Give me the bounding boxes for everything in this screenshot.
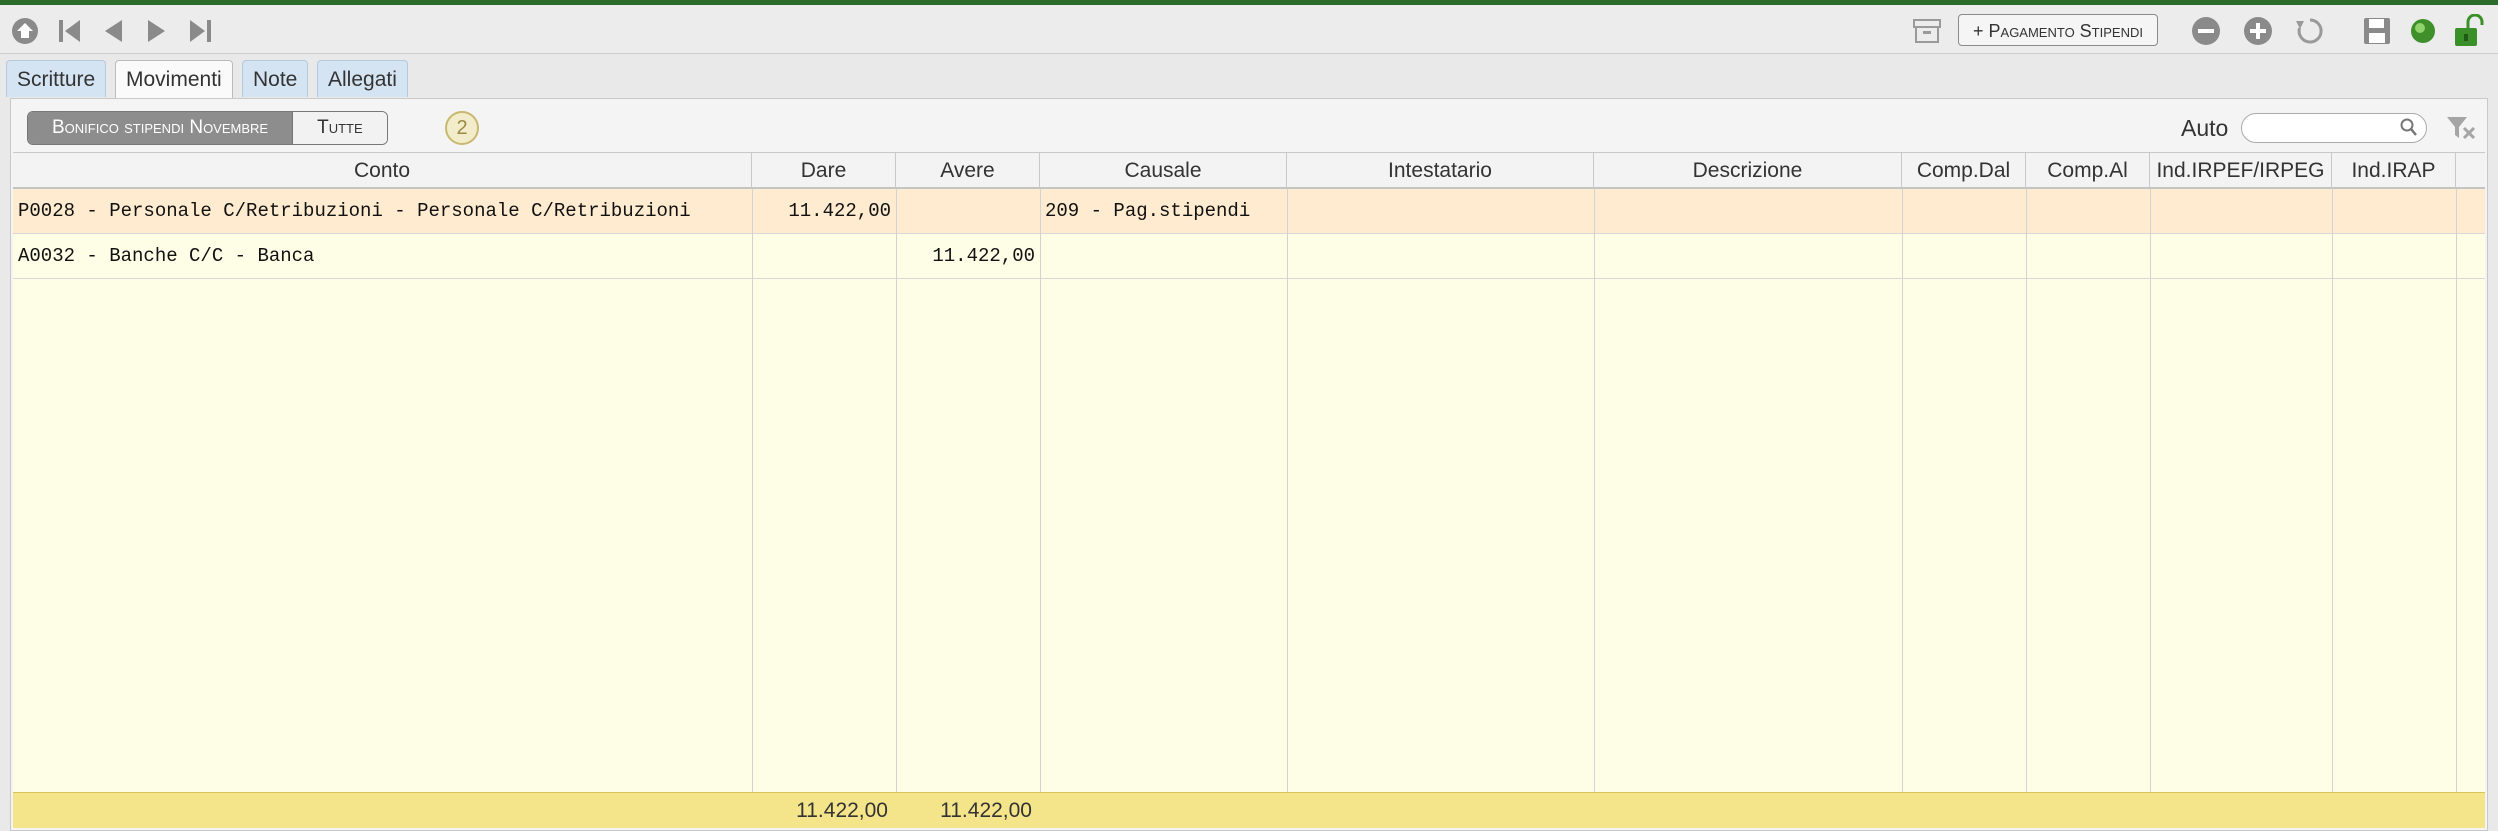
cell-causale <box>1040 234 1287 278</box>
tab-bar: Scritture Movimenti Note Allegati <box>0 54 2498 99</box>
cell-conto: P0028 - Personale C/Retribuzioni - Perso… <box>18 200 691 222</box>
column-header-causale[interactable]: Causale <box>1040 153 1287 188</box>
cell-dare <box>752 234 896 278</box>
total-avere: 11.422,00 <box>940 799 1032 822</box>
table-row[interactable]: P0028 - Personale C/Retribuzioni - Perso… <box>13 189 2485 234</box>
cell-causale: 209 - Pag.stipendi <box>1045 200 1251 222</box>
column-header-avere[interactable]: Avere <box>896 153 1040 188</box>
tab-movimenti[interactable]: Movimenti <box>115 60 233 99</box>
table-row[interactable]: A0032 - Banche C/C - Banca 11.422,00 <box>13 234 2485 279</box>
column-header-ind-irpef[interactable]: Ind.IRPEF/IRPEG <box>2150 153 2332 188</box>
previous-record-icon[interactable] <box>100 13 126 49</box>
totals-row: 11.422,00 11.422,00 <box>13 792 2485 828</box>
auto-label: Auto <box>2181 115 2229 141</box>
count-badge: 2 <box>445 111 479 145</box>
tab-allegati[interactable]: Allegati <box>317 60 408 97</box>
home-icon[interactable] <box>10 13 40 49</box>
column-divider <box>1040 189 1041 792</box>
column-header-spacer <box>2456 153 2485 188</box>
filter-bonifico-button[interactable]: Bonifico stipendi Novembre <box>28 112 293 144</box>
column-header-descrizione[interactable]: Descrizione <box>1594 153 1902 188</box>
column-divider <box>2332 189 2333 792</box>
column-divider <box>1287 189 1288 792</box>
archive-icon[interactable] <box>1912 13 1942 49</box>
cell-avere: 11.422,00 <box>932 245 1035 267</box>
grid-header: Conto Dare Avere Causale Intestatario De… <box>13 152 2485 189</box>
movimenti-grid: Conto Dare Avere Causale Intestatario De… <box>13 152 2485 828</box>
tab-scritture[interactable]: Scritture <box>6 60 107 97</box>
column-divider <box>896 189 897 792</box>
column-divider <box>2150 189 2151 792</box>
remove-icon[interactable] <box>2190 13 2222 49</box>
pagamento-stipendi-button[interactable]: + Pagamento Stipendi <box>1958 14 2158 46</box>
column-header-conto[interactable]: Conto <box>13 153 752 188</box>
filter-tutte-button[interactable]: Tutte <box>292 112 387 144</box>
column-header-comp-al[interactable]: Comp.Al <box>2026 153 2150 188</box>
clear-filter-icon[interactable] <box>2443 113 2479 143</box>
status-ok-icon <box>2408 13 2438 49</box>
search-icon <box>2400 117 2418 142</box>
column-divider <box>752 189 753 792</box>
column-header-ind-irap[interactable]: Ind.IRAP <box>2332 153 2456 188</box>
column-header-comp-dal[interactable]: Comp.Dal <box>1902 153 2026 188</box>
cell-conto: A0032 - Banche C/C - Banca <box>18 245 315 267</box>
next-record-icon[interactable] <box>144 13 170 49</box>
total-dare: 11.422,00 <box>796 799 888 822</box>
tab-note[interactable]: Note <box>242 60 309 97</box>
column-divider <box>1902 189 1903 792</box>
column-divider <box>2026 189 2027 792</box>
filter-segmented-control: Bonifico stipendi Novembre Tutte <box>27 111 388 145</box>
cell-avere <box>896 189 1040 233</box>
column-header-dare[interactable]: Dare <box>752 153 896 188</box>
save-icon[interactable] <box>2362 13 2392 49</box>
column-divider <box>2456 189 2457 792</box>
add-icon[interactable] <box>2242 13 2274 49</box>
cell-dare: 11.422,00 <box>788 200 891 222</box>
search-input[interactable] <box>2241 113 2427 143</box>
revert-icon[interactable] <box>2294 13 2326 49</box>
last-record-icon[interactable] <box>186 13 214 49</box>
toolbar: + Pagamento Stipendi <box>0 5 2498 54</box>
first-record-icon[interactable] <box>56 13 84 49</box>
unlocked-icon[interactable] <box>2452 13 2484 49</box>
column-divider <box>1594 189 1595 792</box>
column-header-intestatario[interactable]: Intestatario <box>1287 153 1594 188</box>
movimenti-panel: Bonifico stipendi Novembre Tutte 2 Auto … <box>10 98 2488 831</box>
